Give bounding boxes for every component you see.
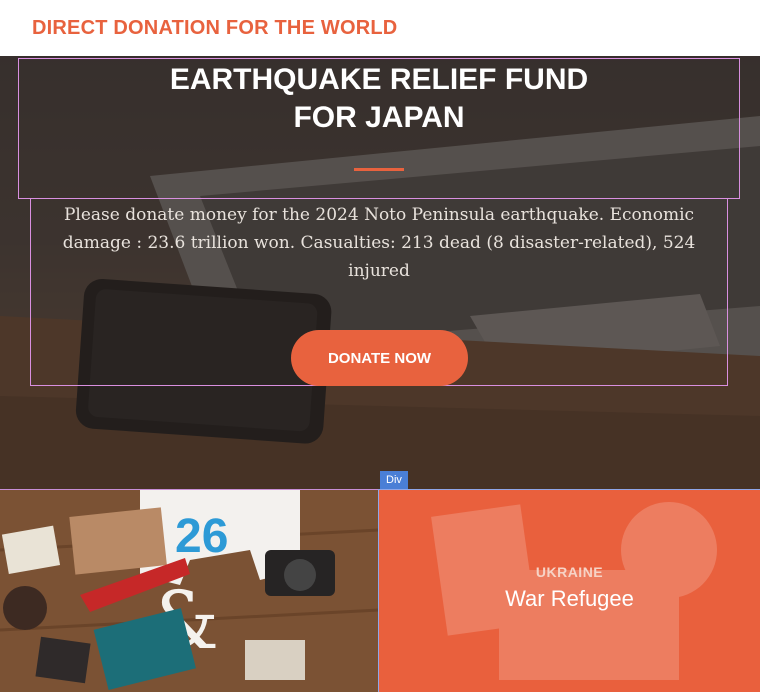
brand-link[interactable]: DIRECT DONATION FOR THE WORLD bbox=[32, 17, 397, 40]
notebook bbox=[69, 507, 167, 575]
tshirt-print: 26 bbox=[175, 510, 228, 563]
donate-now-button[interactable]: DONATE NOW bbox=[291, 330, 468, 386]
hero-title-line2: FOR JAPAN bbox=[293, 101, 465, 134]
card-right-ukraine[interactable]: UKRAINE War Refugee bbox=[378, 489, 760, 692]
badge bbox=[3, 586, 47, 630]
hero-description: Please donate money for the 2024 Noto Pe… bbox=[62, 205, 696, 281]
hero-title: EARTHQUAKE RELIEF FUND FOR JAPAN bbox=[19, 59, 739, 137]
card-right-content: UKRAINE War Refugee bbox=[379, 564, 760, 612]
hero-description-box: Please donate money for the 2024 Noto Pe… bbox=[30, 198, 728, 386]
card-kicker: UKRAINE bbox=[535, 564, 604, 580]
top-navbar: DIRECT DONATION FOR THE WORLD bbox=[0, 0, 760, 56]
hero-title-line1: EARTHQUAKE RELIEF FUND bbox=[169, 63, 589, 96]
hero-section: EARTHQUAKE RELIEF FUND FOR JAPAN Please … bbox=[0, 56, 760, 490]
card-left-image: 26 & bbox=[0, 490, 379, 692]
title-divider bbox=[354, 168, 404, 171]
card-item bbox=[245, 640, 305, 680]
inspector-div-tag: Div bbox=[380, 471, 408, 489]
card-title[interactable]: War Refugee bbox=[379, 586, 760, 612]
camera-lens bbox=[284, 559, 316, 591]
hero-title-box: EARTHQUAKE RELIEF FUND FOR JAPAN bbox=[18, 58, 740, 199]
card-left[interactable]: 26 & bbox=[0, 489, 380, 692]
stamp bbox=[35, 636, 91, 684]
